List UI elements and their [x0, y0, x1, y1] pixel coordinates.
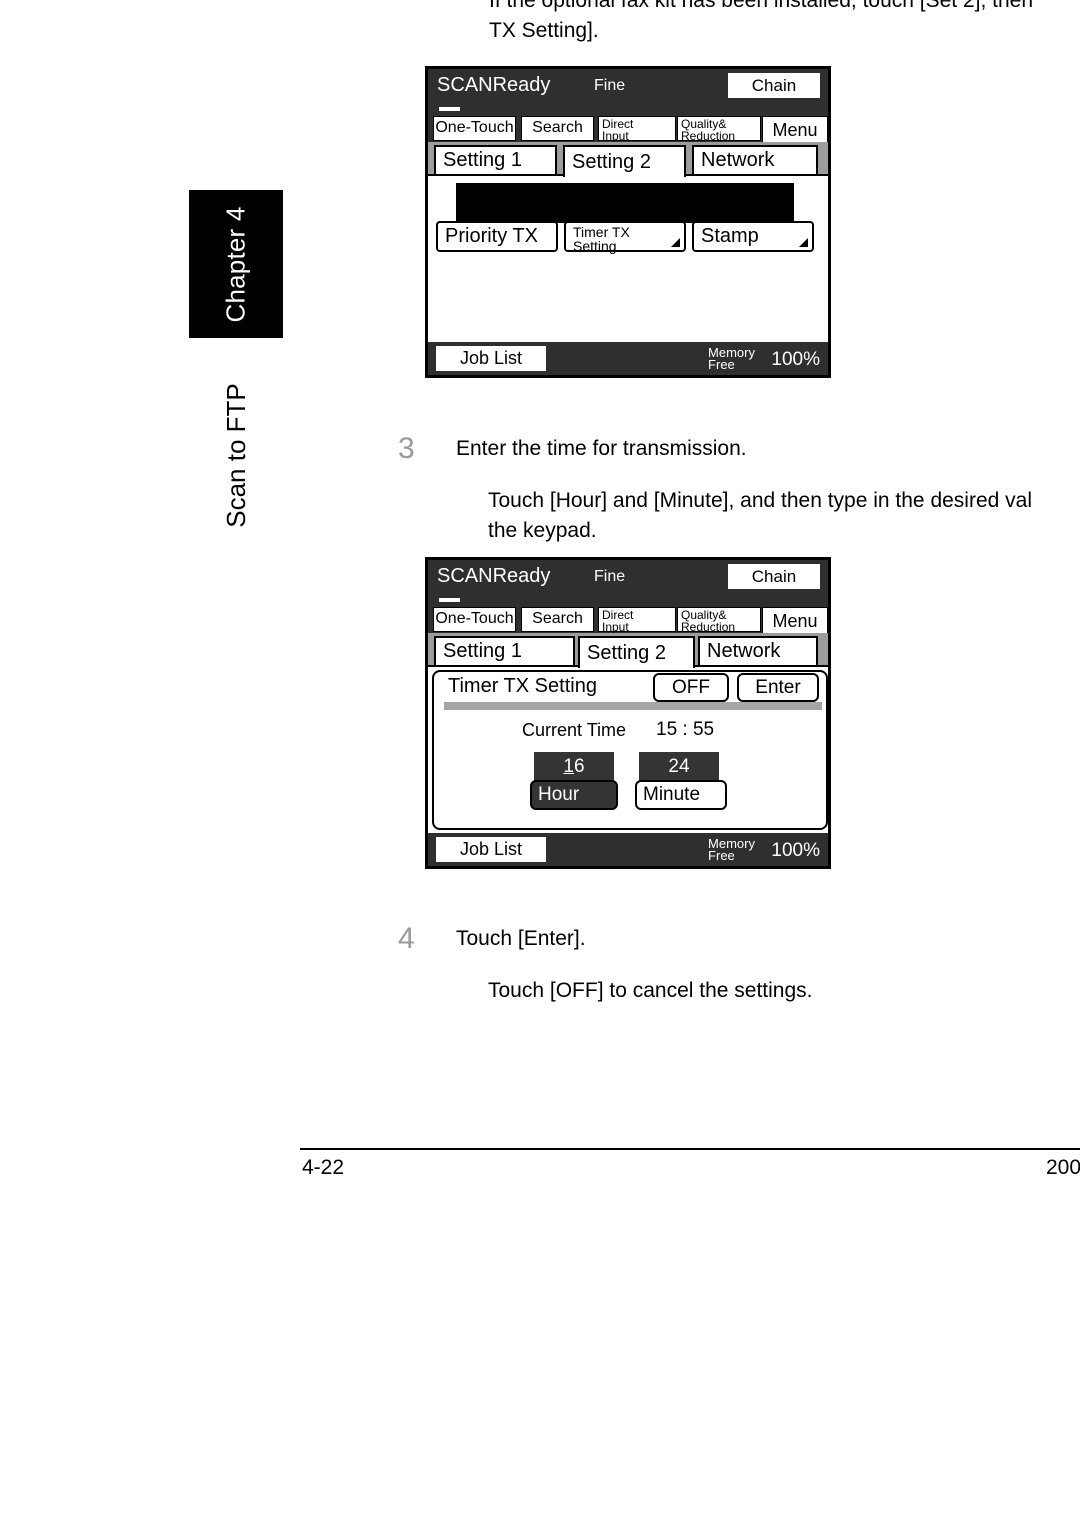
screen1-button-priority-tx[interactable]: Priority TX: [436, 221, 558, 252]
minute-button[interactable]: Minute: [635, 780, 727, 810]
timer-tx-panel-title: Timer TX Setting: [448, 675, 597, 697]
screen2-tab-network[interactable]: Network: [698, 636, 818, 667]
screen1-memory-percent: 100%: [771, 349, 820, 370]
current-time-label: Current Time: [522, 720, 627, 740]
screen2-button-menu[interactable]: Menu: [762, 607, 828, 634]
screen1-direct-input-line2: Input: [602, 129, 629, 143]
screen2-memory-line2: Free: [708, 848, 735, 863]
screen1-button-job-list[interactable]: Job List: [436, 346, 546, 371]
screen1-button-one-touch[interactable]: One-Touch: [433, 116, 516, 141]
screen1-button-direct-input[interactable]: Direct Input: [598, 116, 676, 143]
step-3-number: 3: [398, 432, 415, 465]
lcd-screen-settings2: SCANReady Fine Chain One-Touch Search Di…: [425, 66, 831, 378]
step-3-body-line2: the keypad.: [488, 519, 597, 542]
screen2-status-dash-icon: [439, 598, 460, 602]
screen2-chain-button[interactable]: Chain: [728, 564, 820, 589]
step-3-body: Touch [Hour] and [Minute], and then type…: [488, 486, 1032, 546]
footer-divider: [300, 1148, 1080, 1150]
screen1-memory-line2: Free: [708, 357, 735, 372]
lcd-screen-timer-tx: SCANReady Fine Chain One-Touch Search Di…: [425, 557, 831, 869]
screen1-mode-label: SCANReady: [437, 74, 551, 96]
screen2-button-one-touch[interactable]: One-Touch: [433, 607, 516, 632]
screen1-quality-line2: Reduction: [681, 129, 736, 143]
step-4-number: 4: [398, 922, 415, 955]
screen1-timer-tx-line2: Setting: [573, 238, 617, 254]
screen1-content-area: Priority TX Timer TX Setting Stamp: [428, 174, 828, 342]
screen1-stamp-label: Stamp: [701, 225, 759, 247]
screen1-tab-setting-1[interactable]: Setting 1: [434, 145, 557, 176]
step-4-body-line1: Touch [OFF] to cancel the settings.: [488, 979, 813, 1002]
screen2-resolution-label: Fine: [594, 568, 626, 585]
timer-tx-panel: Timer TX Setting OFF Enter Current Time …: [432, 670, 828, 830]
current-time-value: 15 : 55: [656, 719, 715, 740]
screen1-stamp-corner-icon: [799, 238, 808, 247]
screen1-button-search[interactable]: Search: [521, 116, 594, 141]
hour-value-display: 16: [534, 752, 614, 782]
screen2-direct-input-line2: Input: [602, 620, 629, 634]
footer-right-text: 200: [1046, 1156, 1080, 1179]
intro-paragraph: If the optional fax kit has been install…: [489, 0, 1080, 46]
screen1-button-timer-tx-setting[interactable]: Timer TX Setting: [564, 221, 686, 254]
screen1-tab-network[interactable]: Network: [692, 145, 818, 176]
minute-value-display: 24: [639, 752, 719, 782]
screen2-bottom-bar: Job List Memory Free 100%: [428, 833, 828, 866]
screen2-mode-label: SCANReady: [437, 565, 551, 587]
step-3-title: Enter the time for transmission.: [456, 437, 747, 460]
hour-button[interactable]: Hour: [530, 780, 618, 810]
step-4-title: Touch [Enter].: [456, 927, 586, 950]
chapter-tab-label: Chapter 4: [220, 206, 251, 322]
screen1-button-stamp[interactable]: Stamp: [692, 221, 814, 252]
screen2-memory-free-label: Memory Free: [708, 837, 755, 863]
screen1-tab-row: Setting 1 Setting 2 Network: [428, 142, 828, 177]
screen2-memory-percent: 100%: [771, 840, 820, 861]
screen1-status-dash-icon: [439, 107, 460, 111]
screen1-status-header: SCANReady Fine Chain: [428, 69, 828, 105]
step-3-body-line1: Touch [Hour] and [Minute], and then type…: [488, 489, 1033, 512]
screen2-function-button-row: One-Touch Search Direct Input Quality& Red…: [428, 607, 828, 634]
screen1-resolution-label: Fine: [594, 77, 626, 94]
timer-tx-off-button[interactable]: OFF: [653, 673, 729, 702]
screen2-button-job-list[interactable]: Job List: [436, 837, 546, 862]
screen2-button-direct-input[interactable]: Direct Input: [598, 607, 676, 634]
screen2-tab-setting-2[interactable]: Setting 2: [578, 636, 695, 668]
intro-line-2: TX Setting].: [489, 19, 599, 42]
screen2-status-header: SCANReady Fine Chain: [428, 560, 828, 596]
screen1-function-button-row: One-Touch Search Direct Input Quality& Red…: [428, 116, 828, 143]
screen1-button-quality-reduction[interactable]: Quality& Reduction: [677, 116, 761, 143]
panel-divider: [444, 702, 822, 710]
screen2-quality-line2: Reduction: [681, 620, 736, 634]
screen1-redacted-region: [456, 183, 794, 223]
screen2-button-search[interactable]: Search: [521, 607, 594, 632]
screen1-bottom-bar: Job List Memory Free 100%: [428, 342, 828, 375]
screen1-memory-free-label: Memory Free: [708, 346, 755, 372]
footer-page-number: 4-22: [302, 1156, 345, 1179]
screen1-tab-setting-2[interactable]: Setting 2: [563, 145, 686, 177]
section-label: Scan to FTP: [189, 355, 283, 555]
section-label-text: Scan to FTP: [220, 382, 251, 528]
hour-value-underlined: 1: [563, 756, 574, 777]
screen1-timer-tx-corner-icon: [671, 238, 680, 247]
screen1-button-menu[interactable]: Menu: [762, 116, 828, 143]
manual-page: Chapter 4 Scan to FTP If the optional fa…: [0, 0, 1080, 1529]
hour-value-rest: 6: [574, 756, 585, 777]
intro-line-1: If the optional fax kit has been install…: [489, 0, 1034, 12]
timer-tx-enter-button[interactable]: Enter: [737, 673, 819, 702]
screen1-chain-button[interactable]: Chain: [728, 73, 820, 98]
chapter-tab: Chapter 4: [189, 190, 283, 338]
screen2-tab-row: Setting 1 Setting 2 Network: [428, 633, 828, 668]
screen2-tab-setting-1[interactable]: Setting 1: [434, 636, 575, 667]
step-4-body: Touch [OFF] to cancel the settings.: [488, 976, 813, 1006]
screen2-button-quality-reduction[interactable]: Quality& Reduction: [677, 607, 761, 634]
screen2-content-area: Timer TX Setting OFF Enter Current Time …: [428, 665, 828, 833]
